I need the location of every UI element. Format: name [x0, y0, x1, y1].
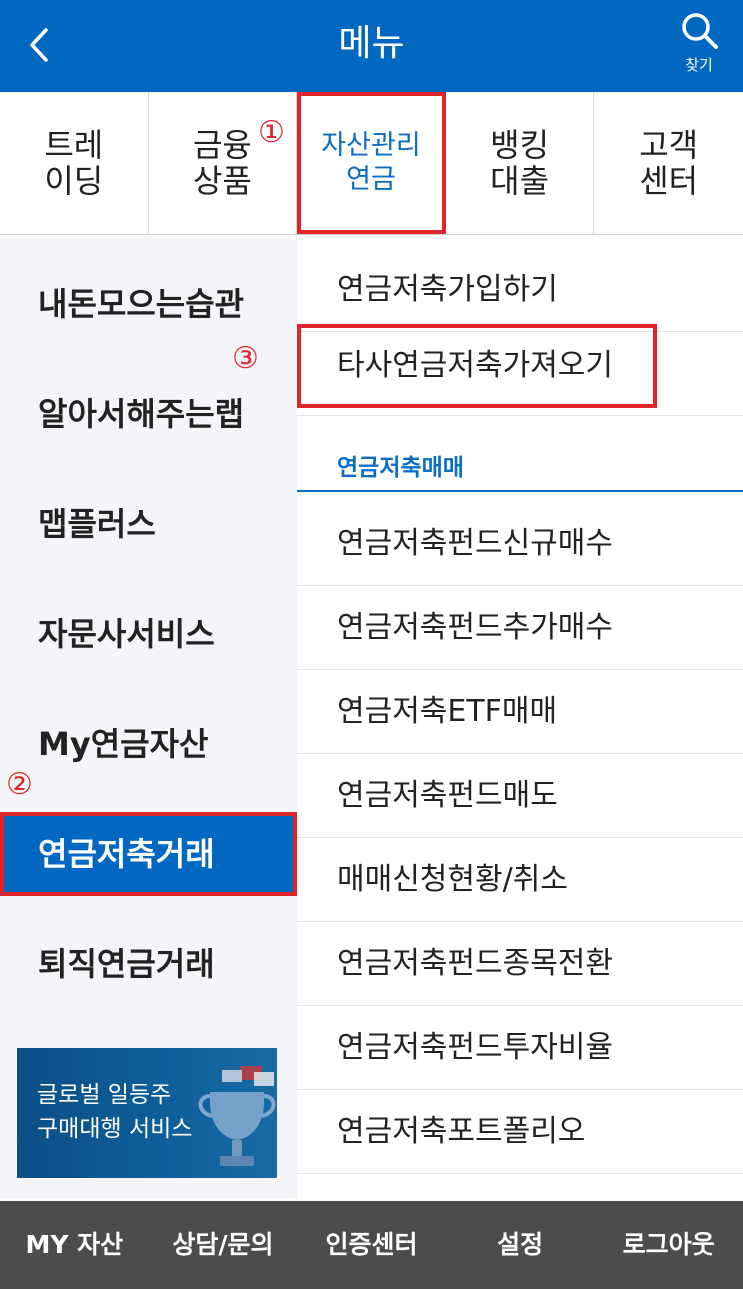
- sidebar-item-label: My연금자산: [38, 725, 209, 763]
- menu-item-fund-new-buy[interactable]: 연금저축펀드신규매수: [297, 502, 743, 586]
- section-title-text: 연금저축매매: [337, 455, 464, 481]
- bottom-nav-consult-inquiry[interactable]: 상담/문의: [149, 1201, 298, 1289]
- menu-item-label: 매매신청현황/취소: [337, 862, 568, 897]
- tab-trading[interactable]: 트레 이딩: [0, 92, 149, 234]
- sidebar-item-saving-habit[interactable]: 내돈모으는습관: [0, 262, 297, 346]
- menu-item-portfolio[interactable]: 연금저축포트폴리오: [297, 1090, 743, 1174]
- sidebar-item-wrap-plus[interactable]: 맵플러스: [0, 482, 297, 566]
- menu-item-label: 연금저축ETF매매: [337, 694, 558, 729]
- menu-item-label: 연금저축펀드추가매수: [337, 610, 613, 645]
- trophy-icon: [198, 1066, 276, 1166]
- sidebar-item-retirement-pension-trade[interactable]: 퇴직연금거래: [0, 922, 297, 1006]
- top-category-tabs: 트레 이딩 금융 상품 자산관리 연금 뱅킹 대출 고객 센터: [0, 92, 743, 235]
- search-icon: [682, 13, 718, 49]
- menu-item-label: 연금저축포트폴리오: [337, 1114, 586, 1149]
- section-title: 연금저축매매: [297, 442, 743, 492]
- bottom-nav-my-assets[interactable]: MY 자산: [0, 1201, 149, 1289]
- bottom-nav-logout[interactable]: 로그아웃: [594, 1201, 743, 1289]
- menu-item-label: 연금저축펀드매도: [337, 778, 558, 813]
- annotation-marker-2: ②: [6, 767, 33, 802]
- tab-label: 뱅킹 대출: [490, 126, 550, 200]
- menu-item-label: 타사연금저축가져오기: [337, 348, 613, 383]
- bottom-nav-certificate-center[interactable]: 인증센터: [297, 1201, 446, 1289]
- annotation-marker-1: ①: [258, 115, 285, 150]
- sidebar-item-advisory-service[interactable]: 자문사서비스: [0, 592, 297, 676]
- menu-item-label: 연금저축펀드종목전환: [337, 946, 613, 981]
- page-title: 메뉴: [338, 23, 405, 64]
- sidebar-item-label: 알아서해주는랩: [38, 395, 245, 433]
- menu-item-transfer-pension-savings[interactable]: 타사연금저축가져오기: [297, 324, 657, 408]
- app-header: 메뉴 찾기: [0, 0, 743, 92]
- tab-financial-products[interactable]: 금융 상품: [149, 92, 298, 234]
- search-label: 찾기: [685, 56, 713, 74]
- tab-label: 자산관리 연금: [321, 130, 421, 195]
- search-button[interactable]: 찾기: [673, 8, 725, 78]
- sidebar-item-label: 맵플러스: [38, 505, 156, 543]
- menu-item-fund-additional-buy[interactable]: 연금저축펀드추가매수: [297, 586, 743, 670]
- menu-item-label: 연금저축펀드투자비율: [337, 1030, 613, 1065]
- menu-item-label: 연금저축가입하기: [337, 272, 558, 307]
- menu-item-fund-investment-ratio[interactable]: 연금저축펀드투자비율: [297, 1006, 743, 1090]
- menu-item-order-status-cancel[interactable]: 매매신청현황/취소: [297, 838, 743, 922]
- submenu-content: 연금저축가입하기 타사연금저축가져오기 연금저축매매 연금저축펀드신규매수 연금…: [297, 236, 743, 1198]
- sidebar-item-my-pension-assets[interactable]: My연금자산: [0, 702, 297, 786]
- tab-label: 고객 센터: [639, 126, 699, 200]
- bottom-nav-bar: MY 자산 상담/문의 인증센터 설정 로그아웃: [0, 1201, 743, 1289]
- menu-item-fund-sell[interactable]: 연금저축펀드매도: [297, 754, 743, 838]
- chevron-left-icon: [30, 28, 48, 62]
- back-button[interactable]: [18, 18, 62, 72]
- tab-label: 트레 이딩: [44, 126, 104, 200]
- sidebar-item-label: 자문사서비스: [38, 615, 215, 653]
- sidebar-item-label: 내돈모으는습관: [38, 285, 245, 323]
- menu-item-pension-savings-join[interactable]: 연금저축가입하기: [297, 248, 743, 332]
- menu-item-label: 연금저축펀드신규매수: [337, 526, 613, 561]
- tab-customer-center[interactable]: 고객 센터: [594, 92, 743, 234]
- tab-asset-management-pension[interactable]: 자산관리 연금: [297, 92, 446, 234]
- sidebar-item-label: 연금저축거래: [38, 835, 215, 873]
- banner-text: 글로벌 일등주 구매대행 서비스: [37, 1082, 193, 1142]
- bottom-nav-settings[interactable]: 설정: [446, 1201, 595, 1289]
- menu-item-fund-switch[interactable]: 연금저축펀드종목전환: [297, 922, 743, 1006]
- promo-banner[interactable]: 글로벌 일등주 구매대행 서비스: [17, 1048, 277, 1178]
- sidebar-item-label: 퇴직연금거래: [38, 945, 215, 983]
- menu-item-etf-trade[interactable]: 연금저축ETF매매: [297, 670, 743, 754]
- sidebar-item-auto-wrap[interactable]: 알아서해주는랩: [0, 372, 297, 456]
- tab-banking-loan[interactable]: 뱅킹 대출: [446, 92, 595, 234]
- annotation-marker-3: ③: [232, 341, 259, 376]
- sidebar-item-pension-savings-trade[interactable]: 연금저축거래: [0, 812, 297, 896]
